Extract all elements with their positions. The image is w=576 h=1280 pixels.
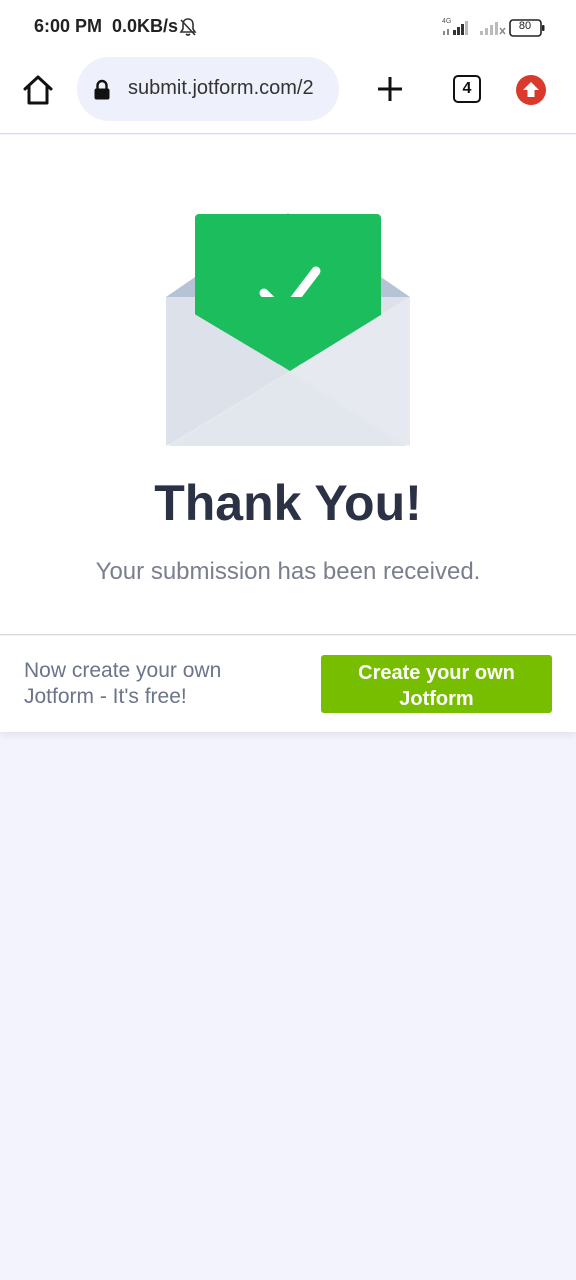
thank-you-card: Thank You! Your submission has been rece…: [0, 135, 576, 635]
create-jotform-button[interactable]: Create your own Jotform: [321, 655, 552, 713]
browser-toolbar: submit.jotform.com/2 4: [0, 56, 576, 134]
status-bar: 6:00 PM 0.0KB/s 4G 80: [0, 0, 576, 56]
arrow-up-icon: [523, 82, 539, 97]
promo-banner: Now create your own Jotform - It's free!…: [0, 636, 576, 732]
lock-icon: [94, 79, 110, 100]
status-time: 6:00 PM: [34, 16, 103, 36]
signal-icon-secondary: [480, 22, 506, 35]
address-bar[interactable]: submit.jotform.com/2: [77, 57, 339, 121]
battery-level: 80: [518, 20, 532, 32]
confirmation-message: Your submission has been received.: [95, 558, 481, 585]
url-text: submit.jotform.com/2: [128, 77, 314, 99]
promo-text: Now create your own Jotform - It's free!: [24, 659, 222, 708]
plus-icon[interactable]: [375, 74, 405, 104]
tabs-button[interactable]: 4: [453, 75, 481, 103]
network-speed: 0.0KB/s: [112, 16, 179, 36]
bell-off-icon: [179, 18, 197, 36]
signal-icon: 4G: [442, 18, 468, 35]
page-title: Thank You!: [154, 475, 422, 531]
envelope-check-icon: [166, 213, 410, 446]
network-label: 4G: [442, 18, 451, 25]
update-icon[interactable]: [516, 75, 546, 105]
home-icon[interactable]: [20, 72, 56, 108]
